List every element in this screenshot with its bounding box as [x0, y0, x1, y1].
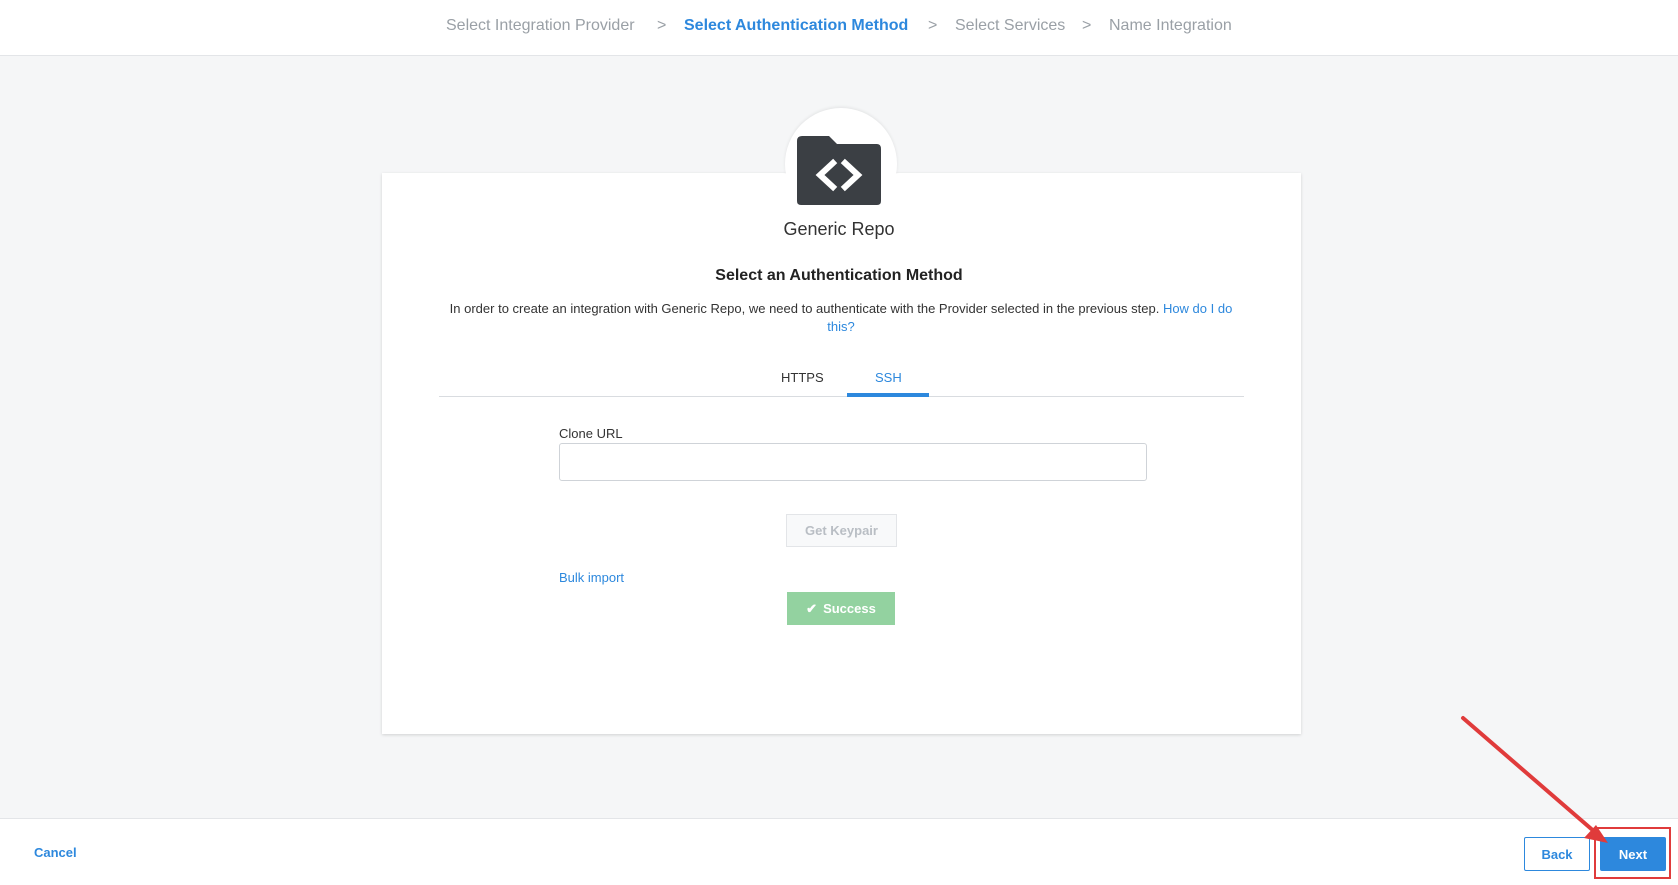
clone-url-label: Clone URL [559, 426, 623, 441]
provider-name: Generic Repo [783, 219, 895, 239]
description-text: In order to create an integration with G… [449, 301, 1160, 316]
annotation-highlight-box [1594, 827, 1671, 879]
step-select-services[interactable]: Select Services [955, 17, 1065, 35]
tabs-divider [439, 396, 1244, 397]
success-button[interactable]: ✔ Success [787, 592, 895, 625]
footer-bar [0, 818, 1678, 885]
check-icon: ✔ [806, 600, 818, 616]
bulk-import-link[interactable]: Bulk import [559, 570, 624, 585]
tab-https[interactable]: HTTPS [781, 370, 824, 385]
section-title: Select an Authentication Method [715, 267, 963, 284]
auth-description: In order to create an integration with G… [448, 300, 1234, 336]
get-keypair-button[interactable]: Get Keypair [786, 514, 897, 547]
tab-ssh[interactable]: SSH [875, 370, 902, 385]
step-name-integration[interactable]: Name Integration [1109, 17, 1232, 35]
clone-url-input[interactable] [559, 443, 1147, 481]
step-separator: > [657, 17, 667, 34]
code-folder-icon [797, 136, 881, 205]
back-button[interactable]: Back [1524, 837, 1590, 871]
cancel-link[interactable]: Cancel [34, 845, 77, 860]
step-select-integration-provider[interactable]: Select Integration Provider [446, 17, 635, 35]
step-separator: > [1082, 17, 1092, 34]
step-select-authentication-method[interactable]: Select Authentication Method [684, 17, 908, 35]
step-separator: > [928, 17, 938, 34]
success-label: Success [823, 600, 876, 616]
active-tab-indicator [847, 393, 929, 397]
stepper-bar: Select Integration Provider > Select Aut… [0, 0, 1678, 56]
